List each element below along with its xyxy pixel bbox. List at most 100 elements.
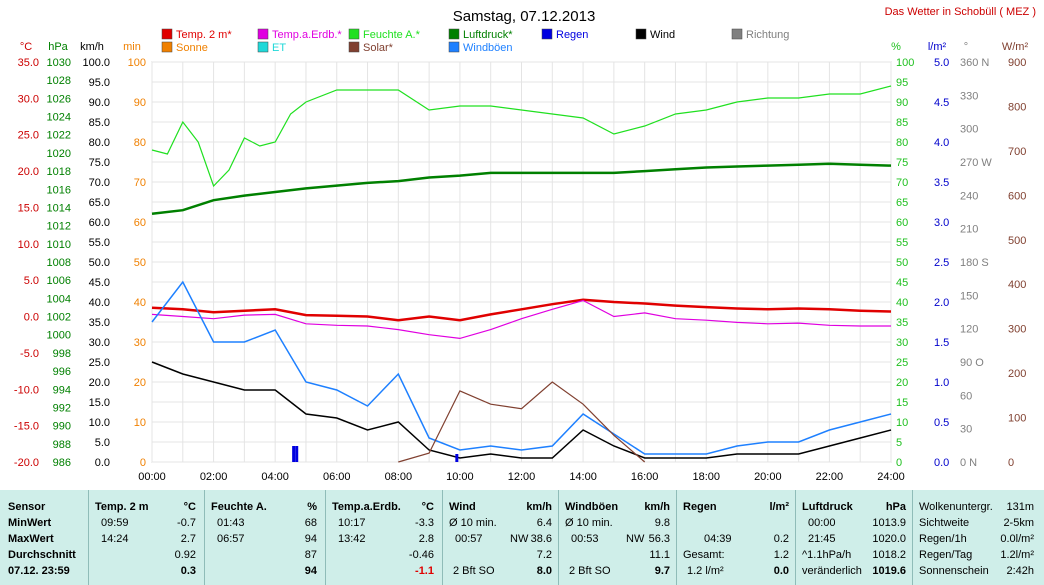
temp-tick-label: -10.0: [14, 384, 39, 396]
min-tick-label: 50: [134, 257, 146, 269]
boeen-header: Windböen: [565, 501, 619, 513]
deg-tick-label: 270 W: [960, 157, 992, 169]
stats-panel: Sensor MinWert MaxWert Durchschnitt 07.1…: [0, 490, 1044, 585]
regen-max-value: 0.2: [773, 533, 789, 545]
deg-tick-label: 180 S: [960, 257, 989, 269]
regen-1h-label: Regen/1h: [919, 533, 967, 545]
pct-axis-label: %: [891, 41, 901, 53]
wm2-tick-label: 400: [1008, 279, 1026, 291]
min-tick-label: 80: [134, 137, 146, 149]
sichtweite-value: 2-5km: [1003, 517, 1034, 529]
legend-swatch: [731, 28, 743, 40]
deg-tick-label: 330: [960, 90, 978, 102]
boeen-column: Windböen km/h Ø 10 min. 9.8 00:53 NW 56.…: [559, 490, 677, 585]
pct-tick-label: 70: [896, 177, 908, 189]
wind-avg: 7.2: [536, 549, 552, 561]
wind-avg10-label: Ø 10 min.: [449, 517, 497, 529]
lm2-tick-label: 4.5: [934, 97, 949, 109]
pct-tick-label: 25: [896, 357, 908, 369]
sensor-column: Sensor MinWert MaxWert Durchschnitt 07.1…: [0, 490, 89, 585]
pct-tick-label: 80: [896, 137, 908, 149]
feuchte-column: Feuchte A. % 01:43 68 06:57 94 87 94: [205, 490, 326, 585]
hpa-tick-label: 990: [53, 421, 71, 433]
kmh-tick-label: 10.0: [89, 417, 110, 429]
temp2m-current: 0.3: [180, 565, 196, 577]
min-tick-label: 60: [134, 217, 146, 229]
pct-tick-label: 75: [896, 157, 908, 169]
legend-label: Windböen: [463, 42, 513, 54]
kmh-tick-label: 90.0: [89, 97, 110, 109]
pct-tick-label: 15: [896, 397, 908, 409]
temp-tick-label: -20.0: [14, 457, 39, 469]
regen-header: Regen: [683, 501, 717, 513]
legend-label: Temp.a.Erdb.*: [272, 29, 342, 41]
hpa-tick-label: 994: [53, 384, 71, 396]
weather-chart: Samstag, 07.12.2013 Das Wetter in Schobü…: [0, 0, 1044, 490]
kmh-tick-label: 75.0: [89, 157, 110, 169]
boeen-avg: 11.1: [649, 549, 670, 561]
hpa-tick-label: 992: [53, 402, 71, 414]
boeen-unit: km/h: [644, 501, 670, 513]
erdb-header: Temp.a.Erdb.: [332, 501, 401, 513]
rain-bar: [295, 446, 299, 462]
regen-current-label: 1.2 l/m²: [687, 565, 724, 577]
wm2-tick-label: 900: [1008, 57, 1026, 69]
lm2-tick-label: 3.5: [934, 177, 949, 189]
deg-tick-label: 360 N: [960, 57, 989, 69]
feuchte-current: 94: [304, 565, 317, 577]
pct-tick-label: 55: [896, 237, 908, 249]
legend-label: Temp. 2 m*: [176, 29, 232, 41]
time-tick-label: 20:00: [754, 471, 782, 483]
temp-tick-label: 15.0: [18, 202, 39, 214]
temp-tick-label: -15.0: [14, 421, 39, 433]
pct-tick-label: 30: [896, 337, 908, 349]
luftdruck-min-time: 00:00: [808, 517, 836, 529]
hpa-tick-label: 986: [53, 457, 71, 469]
time-tick-label: 24:00: [877, 471, 905, 483]
lm2-axis-label: l/m²: [928, 41, 947, 53]
luftdruck-max-value: 1020.0: [872, 533, 906, 545]
wind-avg10-value: 6.4: [536, 517, 552, 529]
pct-tick-label: 0: [896, 457, 902, 469]
legend-label: Regen: [556, 29, 588, 41]
hpa-tick-label: 1028: [47, 75, 71, 87]
kmh-tick-label: 100.0: [82, 57, 110, 69]
regen-max-time: 04:39: [704, 533, 732, 545]
min-tick-label: 30: [134, 337, 146, 349]
maxwert-label: MaxWert: [8, 533, 54, 545]
wm2-tick-label: 200: [1008, 368, 1026, 380]
regen-total-label: Gesamt:: [683, 549, 725, 561]
legend-swatch: [348, 28, 360, 40]
pct-tick-label: 50: [896, 257, 908, 269]
wind-max-value: 38.6: [530, 533, 552, 545]
rain-bar: [455, 454, 459, 462]
wind-current-label: 2 Bft SO: [453, 565, 495, 577]
deg-tick-label: 210: [960, 224, 978, 236]
pct-tick-label: 90: [896, 97, 908, 109]
luftdruck-current-label: veränderlich: [802, 565, 862, 577]
temp-tick-label: 35.0: [18, 57, 39, 69]
feuchte-avg: 87: [304, 549, 317, 561]
temp-tick-label: 5.0: [24, 275, 39, 287]
legend-swatch: [635, 28, 647, 40]
regen-column: Regen l/m² 04:39 0.2 Gesamt: 1.2 1.2 l/m…: [677, 490, 796, 585]
kmh-tick-label: 95.0: [89, 77, 110, 89]
kmh-tick-label: 35.0: [89, 317, 110, 329]
pct-tick-label: 95: [896, 77, 908, 89]
regen-unit: l/m²: [769, 501, 789, 513]
erdb-avg: -0.46: [408, 549, 434, 561]
luftdruck-trend: ^1.1hPa/h: [802, 549, 852, 561]
wm2-tick-label: 800: [1008, 101, 1026, 113]
wind-unit: km/h: [526, 501, 552, 513]
time-tick-label: 00:00: [138, 471, 166, 483]
deg-tick-label: 120: [960, 324, 978, 336]
temp-axis-label: °C: [20, 41, 32, 53]
hpa-tick-label: 1024: [47, 112, 71, 124]
rain-bar: [292, 446, 296, 462]
time-tick-label: 10:00: [446, 471, 474, 483]
erdb-current: -1.1: [415, 565, 434, 577]
boeen-max-direction: NW: [626, 533, 645, 545]
kmh-tick-label: 60.0: [89, 217, 110, 229]
temp-tick-label: 25.0: [18, 130, 39, 142]
temp-tick-label: -5.0: [20, 348, 39, 360]
